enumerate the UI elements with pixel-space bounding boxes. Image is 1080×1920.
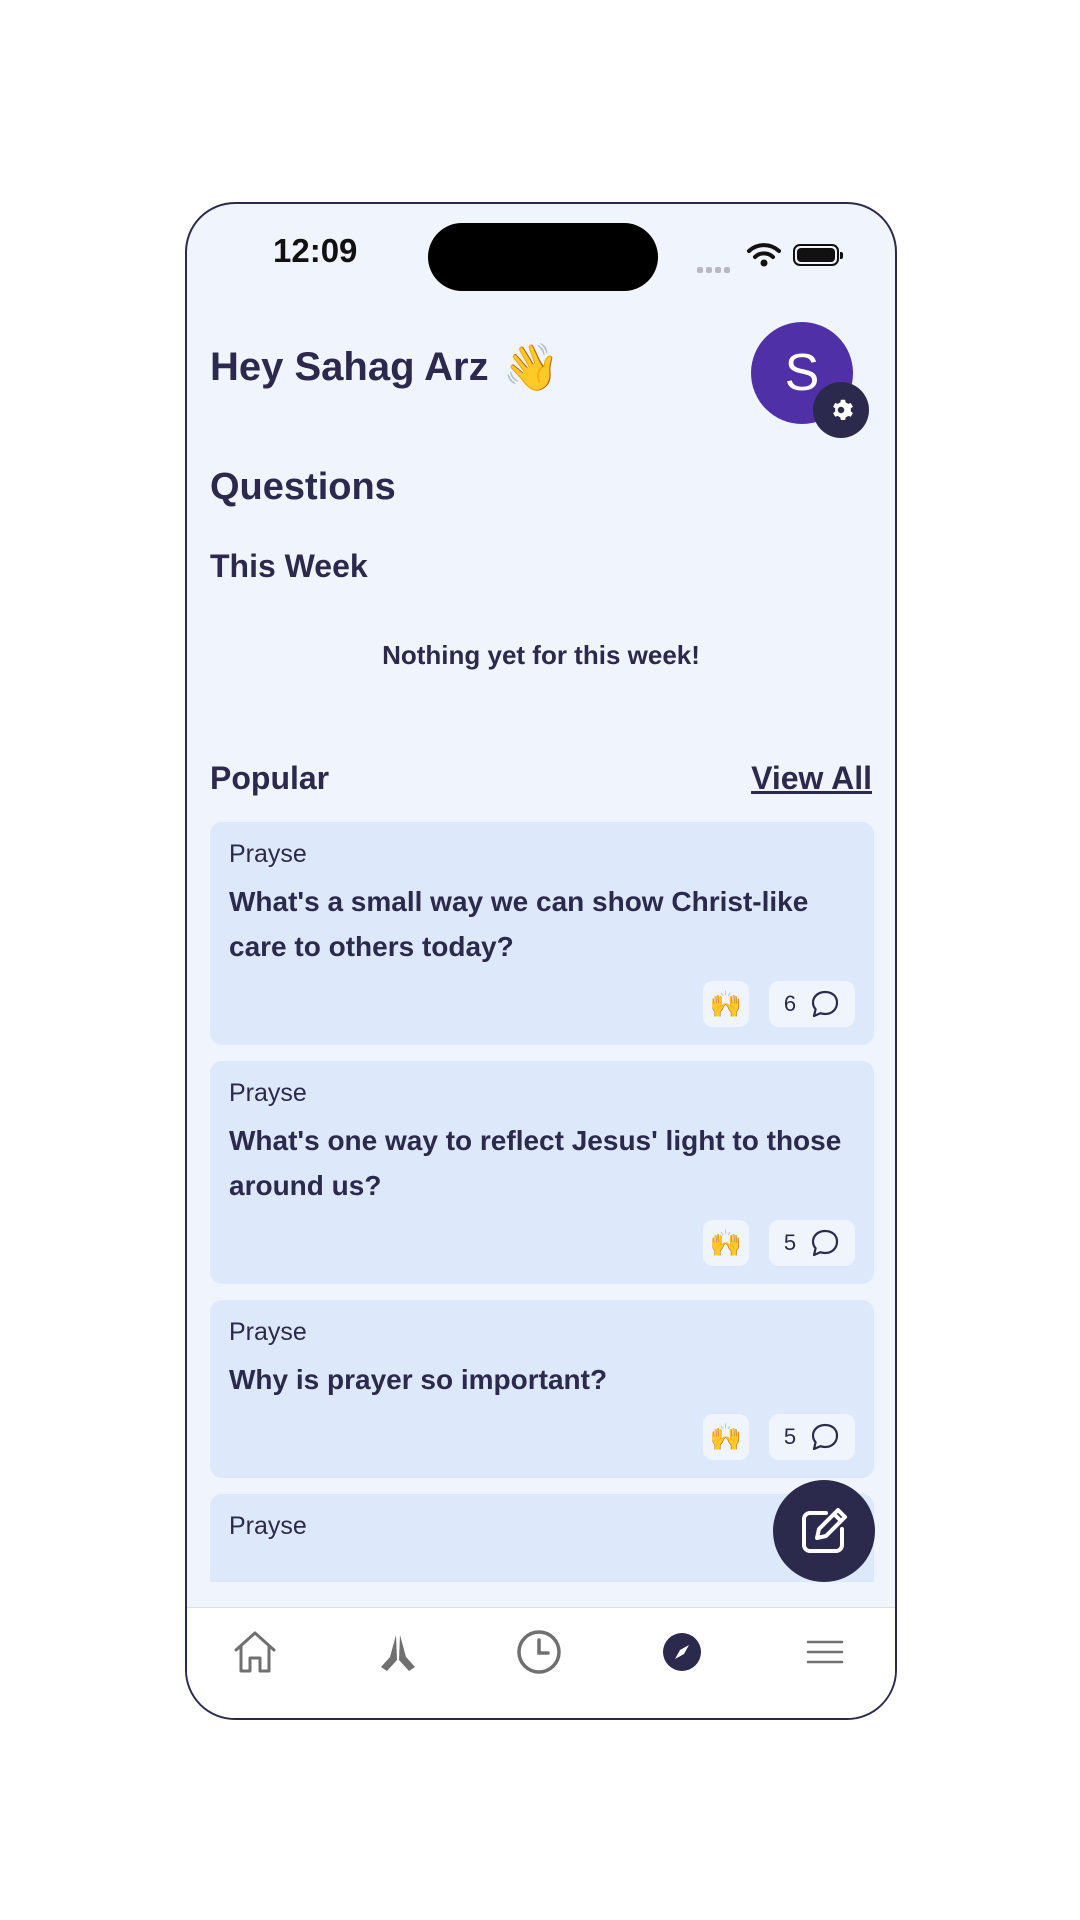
card-source: Prayse bbox=[229, 840, 307, 868]
comments-button[interactable]: 6 bbox=[769, 981, 855, 1027]
battery-icon bbox=[793, 244, 843, 266]
cellular-signal-icon bbox=[697, 260, 733, 278]
tab-prayer[interactable] bbox=[368, 1622, 428, 1682]
raised-hands-icon: 🙌 bbox=[709, 988, 743, 1019]
comments-button[interactable]: 5 bbox=[769, 1220, 855, 1266]
home-icon bbox=[234, 1631, 276, 1673]
question-card[interactable]: Prayse What's one way to reflect Jesus' … bbox=[210, 1061, 874, 1284]
praise-reaction-button[interactable]: 🙌 bbox=[703, 981, 749, 1027]
question-card[interactable]: Prayse What's a small way we can show Ch… bbox=[210, 822, 874, 1045]
comment-bubble-icon bbox=[812, 1423, 839, 1451]
card-question: What's one way to reflect Jesus' light t… bbox=[229, 1125, 842, 1201]
card-source: Prayse bbox=[229, 1079, 307, 1107]
phone-screen: 12:09 Hey Sahag Arz 👋 S Questions This W… bbox=[185, 202, 897, 1720]
comment-bubble-icon bbox=[812, 1229, 839, 1257]
dynamic-island bbox=[428, 223, 658, 291]
greeting-text: Hey Sahag Arz bbox=[210, 344, 489, 389]
question-card[interactable]: Prayse Why is prayer so important? 🙌 5 bbox=[210, 1300, 874, 1478]
compose-question-button[interactable] bbox=[773, 1480, 875, 1582]
card-actions: 🙌 5 bbox=[229, 1414, 855, 1478]
card-source: Prayse bbox=[229, 1512, 307, 1540]
praying-hands-icon bbox=[381, 1635, 415, 1671]
edit-icon bbox=[802, 1508, 847, 1553]
comment-count: 5 bbox=[783, 1424, 797, 1449]
view-all-link[interactable]: View All bbox=[751, 760, 872, 797]
menu-icon bbox=[806, 1640, 844, 1664]
compass-icon bbox=[663, 1633, 701, 1671]
gear-icon bbox=[833, 399, 853, 420]
clock-icon bbox=[517, 1630, 561, 1674]
card-actions: 🙌 5 bbox=[229, 1220, 855, 1284]
raised-hands-icon: 🙌 bbox=[709, 1227, 743, 1258]
bottom-tab-bar bbox=[187, 1607, 895, 1718]
comment-bubble-icon bbox=[812, 990, 839, 1018]
card-question: Why is prayer so important? bbox=[229, 1364, 608, 1395]
waving-hand-icon: 👋 bbox=[502, 341, 560, 393]
comment-count: 5 bbox=[783, 1230, 797, 1255]
this-week-heading: This Week bbox=[210, 548, 368, 584]
questions-heading: Questions bbox=[210, 466, 396, 508]
status-time: 12:09 bbox=[273, 232, 358, 269]
praise-reaction-button[interactable]: 🙌 bbox=[703, 1220, 749, 1266]
card-source: Prayse bbox=[229, 1318, 307, 1346]
raised-hands-icon: 🙌 bbox=[709, 1421, 743, 1452]
praise-reaction-button[interactable]: 🙌 bbox=[703, 1414, 749, 1460]
tab-menu[interactable] bbox=[795, 1622, 855, 1682]
comment-count: 6 bbox=[783, 991, 797, 1016]
greeting-heading: Hey Sahag Arz 👋 bbox=[210, 344, 560, 390]
this-week-empty-message: Nothing yet for this week! bbox=[382, 640, 700, 670]
status-bar: 12:09 bbox=[187, 204, 895, 304]
tab-home[interactable] bbox=[225, 1622, 285, 1682]
popular-list: Prayse What's a small way we can show Ch… bbox=[210, 822, 874, 1582]
tab-history[interactable] bbox=[509, 1622, 569, 1682]
comments-button[interactable]: 5 bbox=[769, 1414, 855, 1460]
popular-heading: Popular bbox=[210, 760, 330, 796]
card-question: What's a small way we can show Christ-li… bbox=[229, 886, 809, 962]
settings-gear-button[interactable] bbox=[813, 382, 869, 438]
tab-discover[interactable] bbox=[652, 1622, 712, 1682]
wifi-icon bbox=[747, 242, 781, 273]
card-actions: 🙌 6 bbox=[229, 981, 855, 1045]
